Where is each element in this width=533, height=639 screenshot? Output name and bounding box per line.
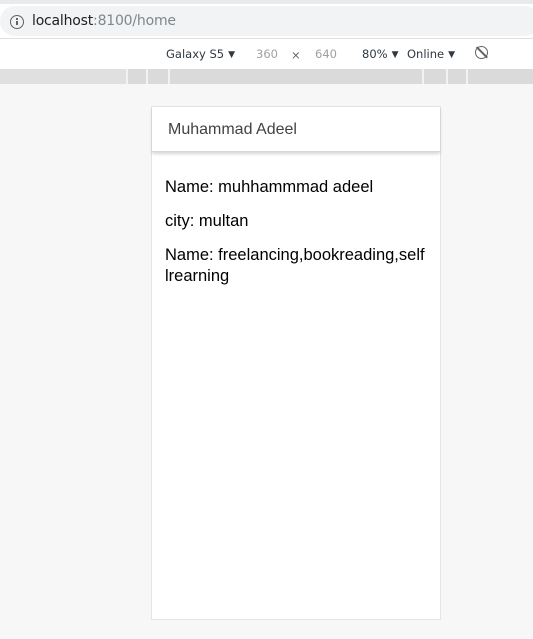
url-path: :8100/home [93, 13, 176, 29]
omnibox[interactable]: localhost:8100/home [0, 6, 533, 36]
media-query-segment[interactable] [466, 69, 533, 84]
height-field[interactable]: 640 [315, 47, 337, 61]
content-area: Name: muhhammmad adeel city: multan Name… [165, 177, 427, 300]
chevron-down-icon: ▼ [391, 50, 399, 60]
hobbies-text: Name: freelancing,bookreading,selflrearn… [165, 246, 425, 285]
media-query-segment[interactable] [146, 69, 168, 84]
throttling-select[interactable]: Online ▼ [407, 47, 455, 61]
info-icon[interactable] [10, 15, 24, 29]
url-text[interactable]: localhost:8100/home [32, 13, 176, 29]
media-query-segment[interactable] [422, 69, 446, 84]
media-query-segment[interactable] [168, 69, 422, 84]
name-text: Name: muhhammmad adeel [165, 178, 374, 196]
page-title: Muhammad Adeel [168, 121, 297, 138]
chevron-down-icon: ▼ [228, 50, 236, 60]
dimension-separator: × [291, 48, 301, 62]
chevron-down-icon: ▼ [448, 50, 456, 60]
zoom-select[interactable]: 80% ▼ [362, 47, 398, 61]
url-host: localhost [32, 13, 94, 29]
throttling-select-label: Online [407, 47, 445, 61]
width-field[interactable]: 360 [256, 47, 278, 61]
app-header: Muhammad Adeel [152, 107, 440, 152]
device-select-label: Galaxy S5 [166, 47, 225, 61]
rotate-icon[interactable] [475, 46, 488, 59]
device-toolbar: Galaxy S5 ▼ 360 × 640 80% ▼ Online ▼ [0, 38, 533, 70]
media-query-bar[interactable] [0, 69, 533, 84]
media-query-segment[interactable] [126, 69, 146, 84]
media-query-segment[interactable] [446, 69, 466, 84]
city-text: city: multan [165, 212, 249, 230]
address-bar: localhost:8100/home [0, 4, 533, 38]
device-viewport: Muhammad Adeel Name: muhhammmad adeel ci… [151, 106, 441, 620]
zoom-select-label: 80% [362, 47, 388, 61]
device-select[interactable]: Galaxy S5 ▼ [166, 47, 235, 61]
